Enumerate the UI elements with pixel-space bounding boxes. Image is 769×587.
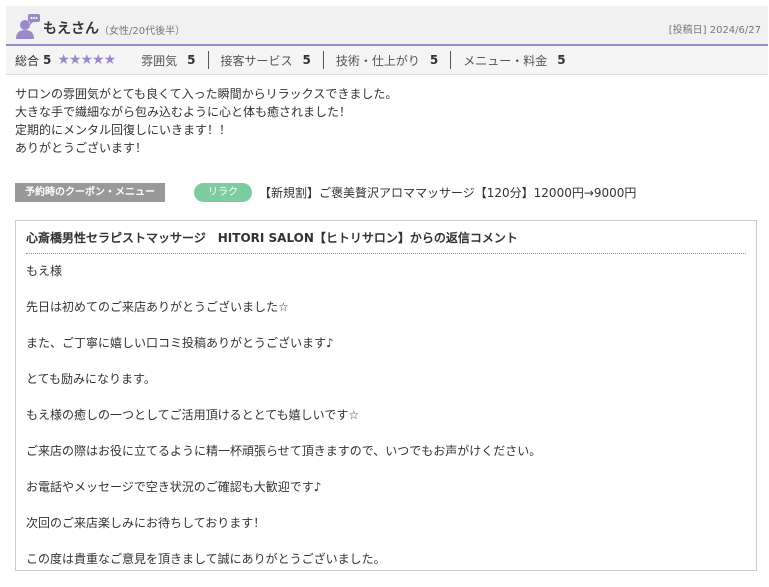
review-body: サロンの雰囲気がとても良くて入った瞬間からリラックスできました。 大きな手で繊細…: [6, 75, 768, 157]
rating-category-label: 技術・仕上がり: [335, 53, 420, 68]
rating-categories: 雰囲気 5 接客サービス 5 技術・仕上がり 5 メニュー・料金 5: [125, 51, 578, 69]
reply-line: ご来店の際はお役に立てるように精一杯頑張らせて頂きますので、いつでもお声がけくだ…: [26, 444, 542, 458]
rating-category-label: 接客サービス: [220, 53, 293, 68]
coupon-tag: 予約時のクーポン・メニュー: [15, 182, 165, 202]
reply-line: また、ご丁寧に嬉しい口コミ投稿ありがとうございます♪: [26, 336, 334, 350]
reply-line: この度は貴重なご意見を頂きまして誠にありがとうございました。: [26, 552, 386, 566]
review-header: もえさん （女性/20代後半） [投稿日] 2024/6/27: [6, 6, 768, 46]
reply-title: 心斎橋男性セラピストマッサージ HITORI SALON【ヒトリサロン】からの返…: [26, 221, 746, 254]
post-date: [投稿日] 2024/6/27: [668, 25, 761, 36]
reply-line: とても励みになります。: [26, 372, 156, 386]
reply-line: お電話やメッセージで空き状況のご確認も大歓迎です♪: [26, 480, 322, 494]
coupon-menu-link[interactable]: 【新規割】ご褒美贅沢アロママッサージ【120分】12000円→9000円: [259, 184, 636, 201]
review-line: 定期的にメンタル回復しにいきます！！: [15, 123, 232, 137]
rating-category-value: 5: [302, 53, 311, 67]
rating-category-value: 5: [429, 53, 439, 67]
rating-bar: 総合 5 ★★★★★ 雰囲気 5 接客サービス 5 技術・仕上がり 5 メニュー…: [6, 46, 768, 75]
coupon-category-badge: リラク: [194, 182, 252, 202]
reviewer-name: もえさん: [43, 21, 99, 37]
review-line: サロンの雰囲気がとても良くて入った瞬間からリラックスできました。: [15, 87, 398, 101]
reply-line: もえ様: [26, 264, 63, 278]
total-rating-value: 5: [43, 53, 52, 67]
rating-category: 雰囲気 5: [125, 51, 207, 69]
rating-category-label: 雰囲気: [141, 53, 178, 68]
rating-category: 接客サービス 5: [207, 51, 323, 69]
rating-category-label: メニュー・料金: [463, 53, 548, 68]
user-icon: [16, 14, 40, 39]
review-card: もえさん （女性/20代後半） [投稿日] 2024/6/27 総合 5 ★★★…: [6, 6, 768, 571]
salon-reply: 心斎橋男性セラピストマッサージ HITORI SALON【ヒトリサロン】からの返…: [15, 220, 757, 571]
reply-body: もえ様 先日は初めてのご来店ありがとうございました☆ また、ご丁寧に嬉しい口コミ…: [16, 254, 756, 586]
rating-category-value: 5: [187, 53, 196, 67]
review-line: ありがとうございます！: [15, 141, 148, 155]
rating-category-value: 5: [557, 53, 566, 67]
coupon-row: 予約時のクーポン・メニュー リラク 【新規割】ご褒美贅沢アロママッサージ【120…: [6, 180, 768, 204]
reply-line: もえ様の癒しの一つとしてご活用頂けるととても嬉しいです☆: [26, 408, 360, 422]
reply-line: 次回のご来店楽しみにお待ちしております！: [26, 516, 266, 530]
review-line: 大きな手で繊細ながら包み込むように心と体も癒されました！: [15, 105, 352, 119]
rating-category: 技術・仕上がり 5: [322, 51, 450, 69]
reply-line: 先日は初めてのご来店ありがとうございました☆: [26, 300, 289, 314]
rating-category: メニュー・料金 5: [450, 51, 577, 69]
reviewer-attributes: （女性/20代後半）: [99, 26, 186, 37]
total-rating-label: 総合: [15, 53, 40, 68]
rating-stars-icon: ★★★★★: [57, 52, 116, 68]
